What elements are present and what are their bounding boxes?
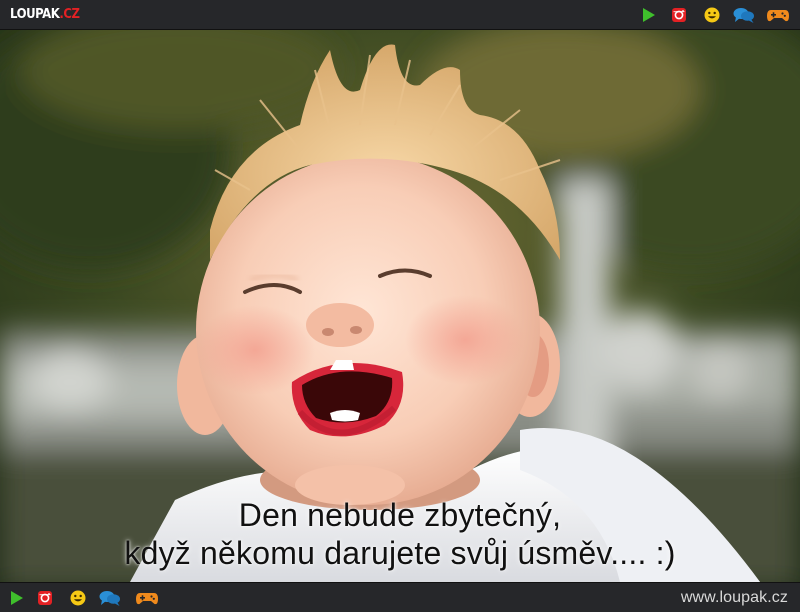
meme-caption: Den nebude zbytečný, když někomu darujet… [0,496,800,572]
top-bar: LOUPAK.CZ [0,0,800,30]
play-icon[interactable] [638,5,660,25]
bottom-icon-row [9,588,161,608]
logo-text-main: LOUPAK [10,7,60,22]
site-url-link[interactable]: www.loupak.cz [681,589,788,607]
site-logo[interactable]: LOUPAK.CZ [10,6,80,24]
play-icon[interactable] [6,588,28,608]
chat-icon[interactable] [732,5,754,25]
logo-text-tld: CZ [63,7,80,22]
smiley-icon[interactable] [701,5,723,25]
bottom-bar: www.loupak.cz [0,582,800,612]
caption-line-1: Den nebude zbytečný, [238,497,562,533]
chat-icon[interactable] [98,588,120,608]
meme-page: LOUPAK.CZ Den nebude zbytečný, když něko… [0,0,800,612]
caption-line-2: když někomu darujete svůj úsměv.... :) [124,535,676,571]
instagram-icon[interactable] [668,5,690,25]
smiley-icon[interactable] [67,588,89,608]
gamepad-icon[interactable] [135,588,158,608]
top-icon-row [638,5,790,25]
gamepad-icon[interactable] [766,5,789,25]
instagram-icon[interactable] [34,588,56,608]
